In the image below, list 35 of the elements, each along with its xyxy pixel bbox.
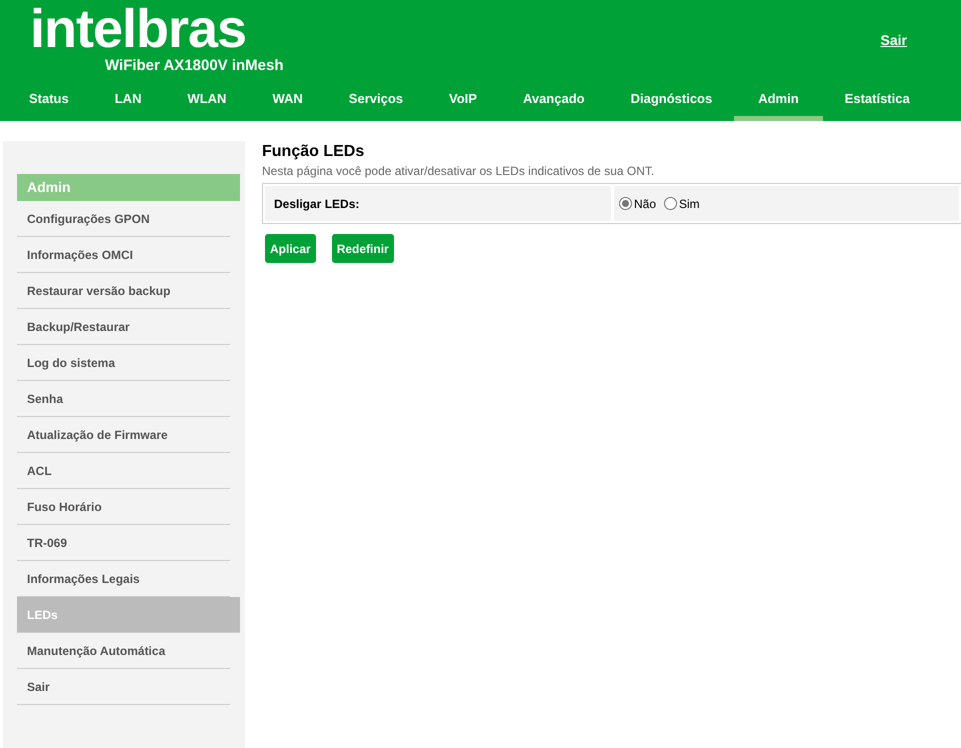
nav-tab[interactable]: Serviços — [324, 80, 427, 121]
model-name: WiFiber AX1800V inMesh — [105, 57, 284, 75]
action-button[interactable]: Redefinir — [332, 234, 394, 263]
logout-link[interactable]: Sair — [880, 30, 907, 51]
sidebar-item[interactable]: Senha — [17, 381, 230, 417]
sidebar-item[interactable]: Informações OMCI — [17, 237, 230, 273]
nav-tab[interactable]: Admin — [734, 80, 823, 121]
nav-tab[interactable]: LAN — [90, 80, 166, 121]
nav-tab[interactable]: Estatística — [820, 80, 934, 121]
page-description: Nesta página você pode ativar/desativar os LEDs indicativos de sua ONT. — [262, 164, 656, 178]
radio-option[interactable]: Sim — [664, 194, 700, 212]
sidebar-item[interactable]: Backup/Restaurar — [17, 309, 230, 345]
nav-tab[interactable]: Avançado — [498, 80, 609, 121]
sidebar-item[interactable]: Log do sistema — [17, 345, 230, 381]
form-label: Desligar LEDs: — [265, 186, 611, 221]
nav-tab[interactable]: WAN — [248, 80, 327, 121]
nav-tab[interactable]: VoIP — [425, 80, 501, 121]
sidebar-item[interactable]: Fuso Horário — [17, 489, 230, 525]
radio-option[interactable]: Não — [619, 194, 656, 212]
sidebar-item[interactable]: Restaurar versão backup — [17, 273, 230, 309]
sidebar-item[interactable]: ACL — [17, 453, 230, 489]
sidebar-title: Admin — [17, 174, 240, 201]
logo: intelbras — [30, 1, 248, 57]
action-button[interactable]: Aplicar — [265, 234, 316, 263]
nav-tab[interactable]: WLAN — [163, 80, 250, 121]
nav-tab[interactable]: Diagnósticos — [606, 80, 736, 121]
sidebar-item[interactable]: Atualização de Firmware — [17, 417, 230, 453]
sidebar-item[interactable]: TR-069 — [17, 525, 230, 561]
sidebar-item[interactable]: Manutenção Automática — [17, 633, 230, 669]
nav-tab[interactable]: Status — [0, 80, 93, 121]
radio-button[interactable] — [619, 197, 632, 210]
sidebar-item[interactable]: Configurações GPON — [17, 201, 230, 237]
sidebar-item[interactable]: Sair — [17, 669, 230, 705]
page-title: Função LEDs — [262, 143, 366, 161]
radio-button[interactable] — [664, 197, 678, 210]
